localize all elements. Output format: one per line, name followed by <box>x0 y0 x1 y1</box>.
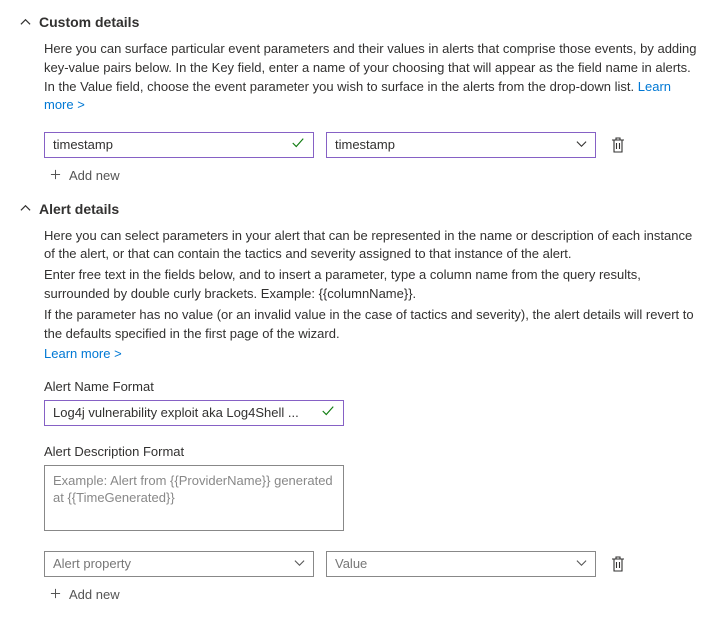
value-dropdown[interactable]: timestamp <box>326 132 596 158</box>
alert-details-title: Alert details <box>39 201 119 217</box>
alert-property-dropdown[interactable]: Alert property <box>44 551 314 577</box>
chevron-up-icon <box>20 17 31 28</box>
delete-button[interactable] <box>608 556 628 572</box>
alert-details-learn-more[interactable]: Learn more > <box>44 346 698 361</box>
custom-details-header[interactable]: Custom details <box>20 14 698 30</box>
add-new-label: Add new <box>69 168 120 183</box>
alert-property-row: Alert property Value <box>44 551 698 577</box>
chevron-up-icon <box>20 203 31 214</box>
plus-icon <box>50 587 61 602</box>
value-dropdown-text: timestamp <box>335 137 395 152</box>
check-icon <box>291 136 305 153</box>
custom-details-body: Here you can surface particular event pa… <box>44 40 698 183</box>
alert-details-add-new[interactable]: Add new <box>50 587 698 602</box>
add-new-label: Add new <box>69 587 120 602</box>
alert-desc-format-input[interactable]: Example: Alert from {{ProviderName}} gen… <box>44 465 344 531</box>
alert-details-desc1: Here you can select parameters in your a… <box>44 227 698 265</box>
alert-name-format-label: Alert Name Format <box>44 379 698 394</box>
custom-details-row: timestamp timestamp <box>44 132 698 158</box>
chevron-down-icon <box>294 556 305 571</box>
plus-icon <box>50 168 61 183</box>
custom-details-title: Custom details <box>39 14 139 30</box>
custom-details-add-new[interactable]: Add new <box>50 168 698 183</box>
alert-details-body: Here you can select parameters in your a… <box>44 227 698 602</box>
delete-button[interactable] <box>608 137 628 153</box>
custom-details-desc: Here you can surface particular event pa… <box>44 41 697 94</box>
alert-value-dropdown[interactable]: Value <box>326 551 596 577</box>
chevron-down-icon <box>576 137 587 152</box>
key-input-value: timestamp <box>53 137 113 152</box>
alert-details-desc3: If the parameter has no value (or an inv… <box>44 306 698 344</box>
alert-details-header[interactable]: Alert details <box>20 201 698 217</box>
alert-details-desc2: Enter free text in the fields below, and… <box>44 266 698 304</box>
alert-desc-format-label: Alert Description Format <box>44 444 698 459</box>
check-icon <box>321 404 335 421</box>
chevron-down-icon <box>576 556 587 571</box>
alert-value-placeholder: Value <box>335 556 367 571</box>
alert-property-placeholder: Alert property <box>53 556 131 571</box>
alert-name-format-value: Log4j vulnerability exploit aka Log4Shel… <box>53 405 299 420</box>
key-input[interactable]: timestamp <box>44 132 314 158</box>
alert-name-format-input[interactable]: Log4j vulnerability exploit aka Log4Shel… <box>44 400 344 426</box>
